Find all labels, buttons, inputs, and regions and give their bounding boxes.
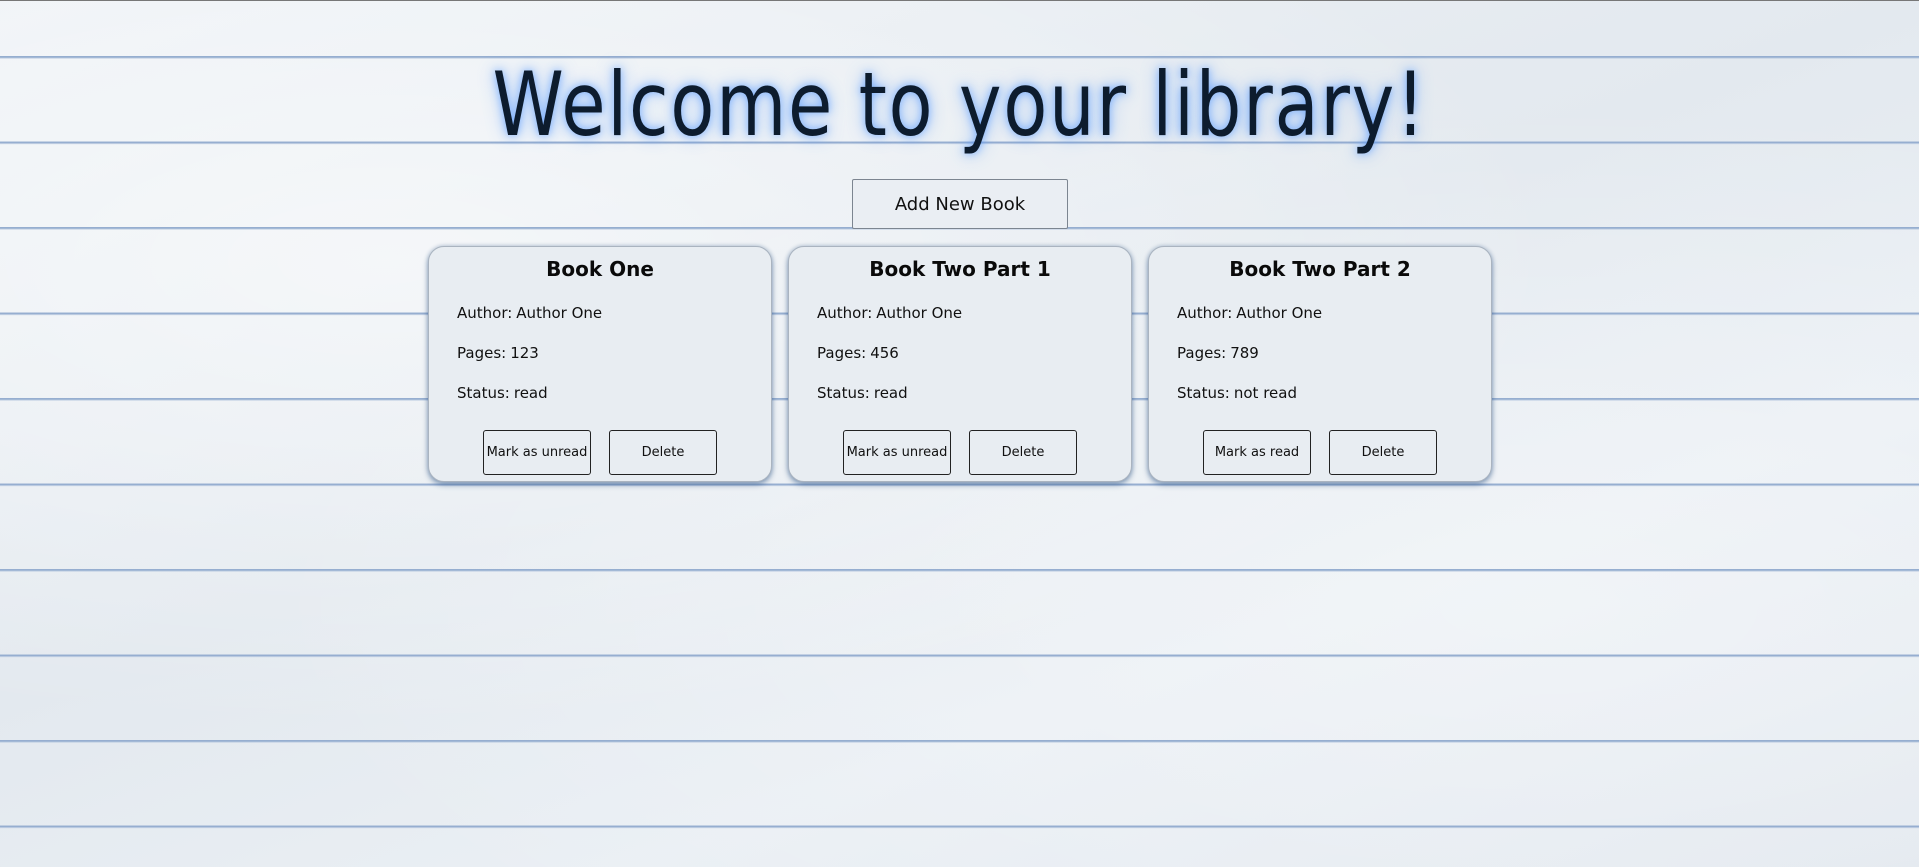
pages-value: 789 [1230,344,1259,362]
delete-button[interactable]: Delete [1329,430,1437,475]
book-status: Status: not read [1177,384,1297,402]
card-actions: Mark as read Delete [1149,430,1491,475]
add-new-book-button[interactable]: Add New Book [852,179,1068,229]
book-pages: Pages: 456 [817,344,899,362]
delete-button[interactable]: Delete [969,430,1077,475]
book-card: Book Two Part 1 Author: Author One Pages:… [788,246,1132,482]
author-value: Author One [1236,304,1323,322]
book-card: Book One Author: Author One Pages: 123 Sta… [428,246,772,482]
author-label: Author: [457,304,513,322]
author-value: Author One [876,304,963,322]
book-author: Author: Author One [817,304,962,322]
book-pages: Pages: 123 [457,344,539,362]
status-value: read [873,384,908,402]
card-actions: Mark as unread Delete [789,430,1131,475]
page-title: Welcome to your library! [492,53,1427,156]
book-title: Book One [546,257,654,281]
book-author: Author: Author One [457,304,602,322]
toggle-read-button[interactable]: Mark as unread [483,430,591,475]
book-author: Author: Author One [1177,304,1322,322]
card-actions: Mark as unread Delete [429,430,771,475]
pages-label: Pages: [1177,344,1227,362]
toggle-read-button[interactable]: Mark as read [1203,430,1311,475]
status-value: read [513,384,548,402]
pages-label: Pages: [817,344,867,362]
status-label: Status: [817,384,870,402]
book-card-list: Book One Author: Author One Pages: 123 Sta… [428,246,1492,482]
author-value: Author One [516,304,603,322]
book-card: Book Two Part 2 Author: Author One Pages:… [1148,246,1492,482]
book-title: Book Two Part 2 [1229,257,1411,281]
author-label: Author: [817,304,873,322]
status-value: not read [1233,384,1297,402]
pages-value: 456 [870,344,899,362]
book-pages: Pages: 789 [1177,344,1259,362]
pages-value: 123 [510,344,539,362]
delete-button[interactable]: Delete [609,430,717,475]
status-label: Status: [457,384,510,402]
toggle-read-button[interactable]: Mark as unread [843,430,951,475]
pages-label: Pages: [457,344,507,362]
author-label: Author: [1177,304,1233,322]
book-status: Status: read [817,384,908,402]
book-status: Status: read [457,384,548,402]
status-label: Status: [1177,384,1230,402]
book-title: Book Two Part 1 [869,257,1051,281]
